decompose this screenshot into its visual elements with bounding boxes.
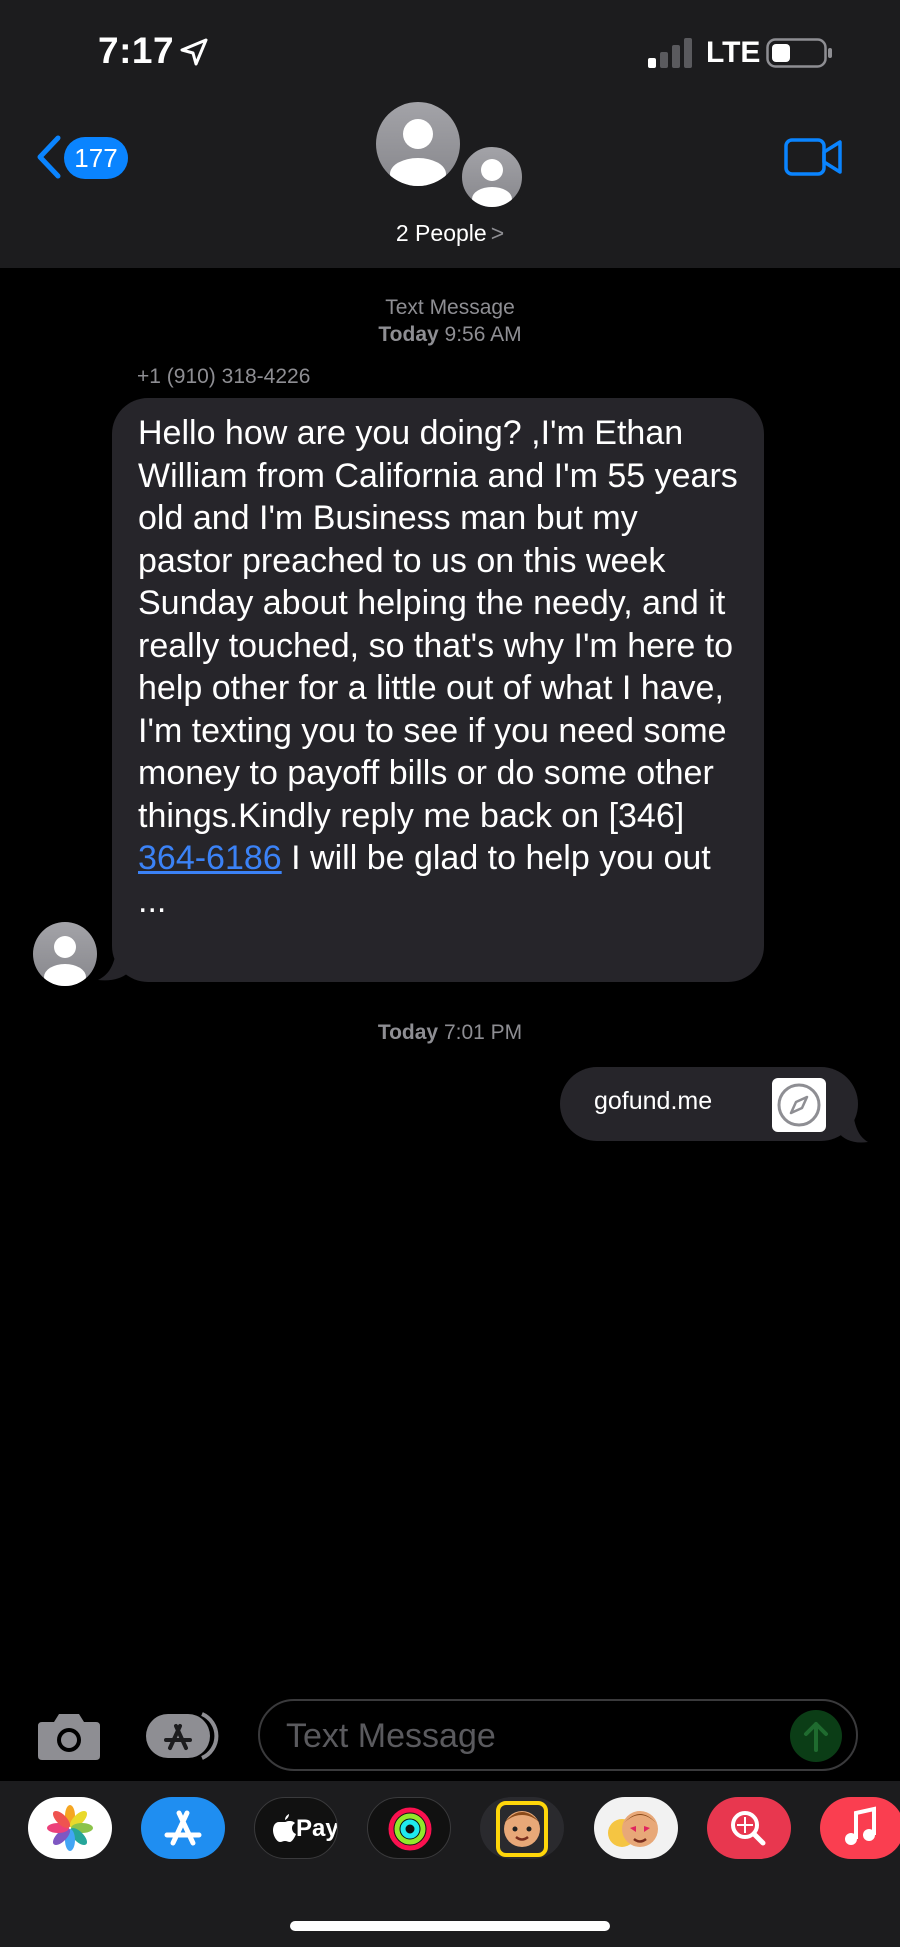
sender-phone-number: +1 (910) 318-4226 (137, 365, 311, 388)
images-search-icon (731, 1811, 766, 1846)
memoji-stickers-app-button[interactable] (594, 1797, 678, 1859)
back-unread-badge[interactable]: 177 (64, 137, 128, 179)
photos-app-button[interactable] (28, 1797, 112, 1859)
imessage-app-drawer: Pay (0, 1781, 900, 1947)
timestamp-first: Today 9:56 AM (0, 323, 900, 347)
location-arrow-icon (180, 38, 208, 66)
timestamp-time: 7:01 PM (443, 1021, 523, 1044)
photos-icon (47, 1805, 93, 1851)
timestamp-day: Today (378, 323, 439, 346)
app-store-app-button[interactable] (141, 1797, 225, 1859)
facetime-video-icon[interactable] (784, 136, 844, 178)
arrow-up-icon (804, 1722, 828, 1752)
apple-pay-label: Pay (296, 1815, 338, 1842)
status-time: 7:17 (98, 30, 175, 71)
incoming-message-bubble[interactable]: Hello how are you doing? ,I'm Ethan Will… (112, 398, 764, 982)
conversation-header: 7:17 LTE 177 2 People > (0, 0, 900, 268)
message-text: Hello how are you doing? ,I'm Ethan Will… (138, 414, 738, 835)
link-preview-domain: gofund.me (594, 1087, 713, 1115)
group-details-link[interactable]: 2 People > (0, 220, 900, 247)
images-search-app-button[interactable] (707, 1797, 791, 1859)
cellular-signal-icon (648, 38, 692, 68)
battery-icon (766, 38, 832, 68)
back-chevron-icon[interactable] (32, 134, 64, 180)
timestamp-second: Today 7:01 PM (0, 1021, 900, 1045)
timestamp-day: Today (377, 1021, 439, 1044)
person-silhouette-icon (44, 936, 86, 986)
person-silhouette-icon (390, 119, 446, 186)
people-count-label: 2 People (395, 220, 487, 246)
home-indicator[interactable] (290, 1921, 610, 1931)
camera-icon[interactable] (36, 1710, 102, 1762)
memoji-stickers-icon (608, 1811, 658, 1847)
message-input[interactable] (286, 1711, 766, 1761)
message-compose-field[interactable] (258, 1699, 858, 1771)
apple-pay-app-button[interactable]: Pay (254, 1797, 338, 1859)
contact-avatar-secondary[interactable] (458, 143, 526, 211)
contact-avatar-primary[interactable] (376, 102, 460, 186)
activity-rings-icon (388, 1807, 432, 1851)
send-button[interactable] (790, 1710, 842, 1762)
app-store-icon (164, 1810, 202, 1846)
memoji-app-button[interactable] (480, 1797, 564, 1859)
app-store-apps-icon[interactable] (144, 1710, 224, 1762)
music-icon (845, 1806, 876, 1845)
chevron-right-icon: > (490, 220, 505, 246)
phone-number-link[interactable]: 364-6186 (138, 839, 282, 877)
network-type: LTE (706, 36, 761, 69)
sender-avatar[interactable] (33, 922, 97, 986)
link-preview-thumbnail (772, 1078, 826, 1132)
activity-app-button[interactable] (367, 1797, 451, 1859)
timestamp-time: 9:56 AM (444, 323, 522, 346)
music-app-button[interactable] (820, 1797, 900, 1859)
compass-icon (777, 1083, 821, 1127)
person-silhouette-icon (472, 159, 512, 207)
memoji-icon (496, 1801, 548, 1857)
outgoing-link-preview[interactable]: gofund.me (560, 1067, 858, 1141)
message-type-label: Text Message (385, 296, 515, 319)
